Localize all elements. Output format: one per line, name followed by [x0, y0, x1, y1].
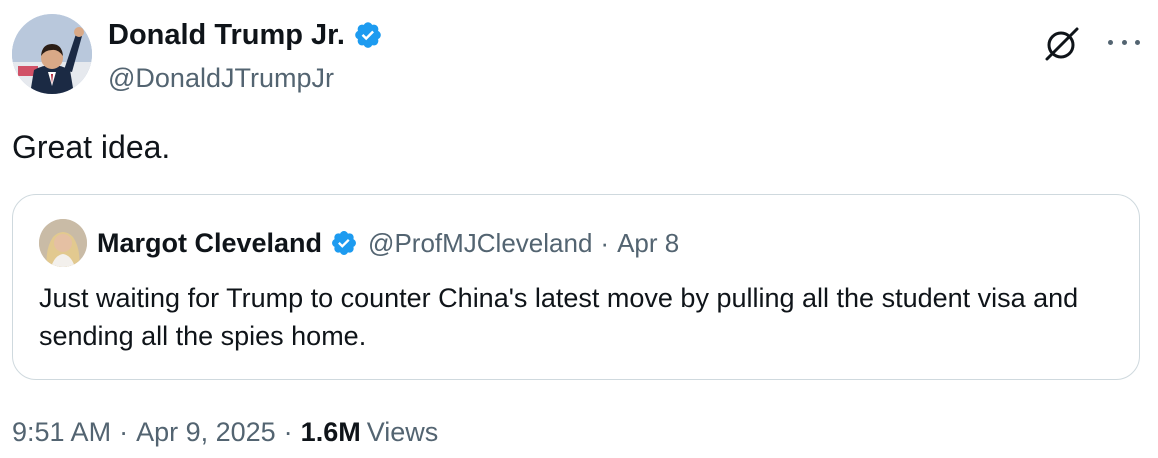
tweet-date[interactable]: Apr 9, 2025 — [136, 414, 276, 450]
quoted-handle[interactable]: @ProfMJCleveland — [368, 225, 592, 261]
author-name-row: Donald Trump Jr. — [108, 16, 383, 54]
more-dot — [1108, 39, 1113, 45]
tweet-meta: 9:51 AM · Apr 9, 2025 · 1.6M Views — [12, 414, 438, 450]
quoted-header: Margot Cleveland @ProfMJCleveland · Apr … — [97, 225, 679, 261]
quoted-avatar-image — [39, 219, 87, 267]
tweet-card: Donald Trump Jr. @DonaldJTrumpJr Great i… — [0, 0, 1158, 458]
quoted-text: Just waiting for Trump to counter China'… — [39, 283, 1079, 351]
quoted-tweet[interactable]: Margot Cleveland @ProfMJCleveland · Apr … — [12, 194, 1140, 380]
views-label: Views — [366, 417, 439, 447]
more-dot — [1135, 39, 1140, 45]
meta-separator: · — [119, 417, 129, 447]
quoted-author-avatar[interactable] — [39, 219, 87, 267]
quoted-separator: · — [600, 228, 610, 258]
author-info: Donald Trump Jr. @DonaldJTrumpJr — [108, 16, 383, 96]
author-handle[interactable]: @DonaldJTrumpJr — [108, 60, 383, 96]
verified-badge-icon[interactable] — [353, 20, 383, 50]
tweet-text: Great idea. — [12, 129, 171, 165]
verified-badge-icon[interactable] — [330, 229, 358, 257]
author-avatar-image — [12, 14, 92, 94]
quoted-date[interactable]: Apr 8 — [617, 225, 679, 261]
tweet-time[interactable]: 9:51 AM — [12, 414, 111, 450]
more-options-icon[interactable] — [1108, 30, 1140, 54]
grok-icon[interactable] — [1042, 24, 1082, 64]
more-dot — [1121, 39, 1127, 45]
meta-separator: · — [283, 417, 293, 447]
views-count: 1.6M — [300, 417, 361, 447]
quoted-display-name[interactable]: Margot Cleveland — [97, 225, 322, 261]
author-avatar[interactable] — [12, 14, 92, 94]
author-display-name[interactable]: Donald Trump Jr. — [108, 16, 345, 54]
